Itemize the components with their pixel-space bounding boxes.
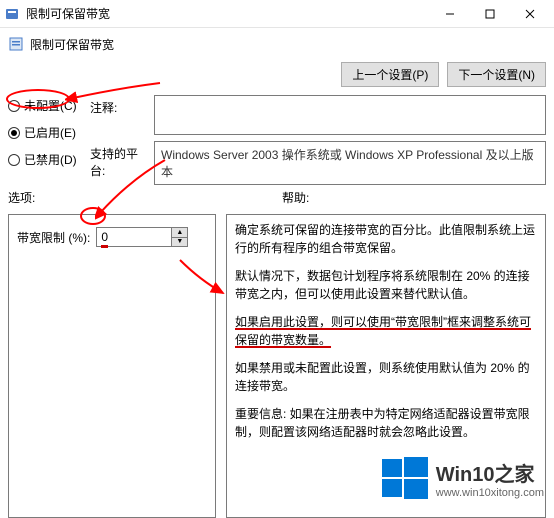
platform-row: 支持的平台: Windows Server 2003 操作系统或 Windows… [90,141,546,185]
help-paragraph: 默认情况下，数据包计划程序将系统限制在 20% 的连接带宽之内，但可以使用此设置… [235,267,537,303]
help-paragraph: 确定系统可保留的连接带宽的百分比。此值限制系统上运行的所有程序的组合带宽保留。 [235,221,537,257]
radio-icon [8,100,20,112]
radio-enabled[interactable]: 已启用(E) [8,124,90,141]
config-area: 未配置(C) 已启用(E) 已禁用(D) 注释: 支持的平台: Windows … [0,95,554,189]
app-icon [4,6,20,22]
comment-row: 注释: [90,95,546,135]
window-titlebar: 限制可保留带宽 [0,0,554,28]
comment-label: 注释: [90,95,148,116]
win10-logo-icon [382,455,428,501]
options-header: 选项: [8,189,272,206]
radio-icon [8,127,20,139]
state-radio-group: 未配置(C) 已启用(E) 已禁用(D) [8,95,90,185]
help-paragraph: 重要信息: 如果在注册表中为特定网络适配器设置带宽限制，则配置该网络适配器时就会… [235,405,537,441]
watermark-brand: Win10之家 [436,458,544,487]
window-controls [430,0,550,28]
help-header: 帮助: [282,189,546,206]
policy-icon [8,36,24,52]
comment-textarea[interactable] [154,95,546,135]
radio-disabled[interactable]: 已禁用(D) [8,151,90,168]
bandwidth-limit-row: 带宽限制 (%): 0 ▲ ▼ [17,227,207,247]
window-title: 限制可保留带宽 [26,5,430,22]
bandwidth-limit-label: 带宽限制 (%): [17,229,90,246]
watermark: Win10之家 www.win10xitong.com [382,455,544,501]
prev-setting-button[interactable]: 上一个设置(P) [341,62,439,87]
platform-label: 支持的平台: [90,141,148,179]
spinner-up-button[interactable]: ▲ [172,228,187,238]
panel-headers: 选项: 帮助: [0,189,554,208]
bandwidth-limit-value: 0 [101,230,108,248]
help-paragraph: 如果禁用或未配置此设置，则系统使用默认值为 20% 的连接带宽。 [235,359,537,395]
spinner-down-button[interactable]: ▼ [172,238,187,247]
radio-label: 已禁用(D) [24,151,77,168]
watermark-url: www.win10xitong.com [436,487,544,499]
radio-unconfigured[interactable]: 未配置(C) [8,97,90,114]
minimize-button[interactable] [430,0,470,28]
bandwidth-limit-spinner[interactable]: 0 ▲ ▼ [96,227,188,247]
close-button[interactable] [510,0,550,28]
maximize-button[interactable] [470,0,510,28]
platform-value: Windows Server 2003 操作系统或 Windows XP Pro… [154,141,546,185]
radio-icon [8,154,20,166]
toolbar: 限制可保留带宽 [0,28,554,60]
toolbar-title: 限制可保留带宽 [30,36,546,53]
radio-label: 已启用(E) [24,124,76,141]
help-paragraph-highlight: 如果启用此设置，则可以使用“带宽限制”框来调整系统可保留的带宽数量。 [235,313,537,349]
radio-label: 未配置(C) [24,97,77,114]
next-setting-button[interactable]: 下一个设置(N) [447,62,546,87]
nav-row: 上一个设置(P) 下一个设置(N) [0,60,554,95]
options-panel: 带宽限制 (%): 0 ▲ ▼ [8,214,216,518]
